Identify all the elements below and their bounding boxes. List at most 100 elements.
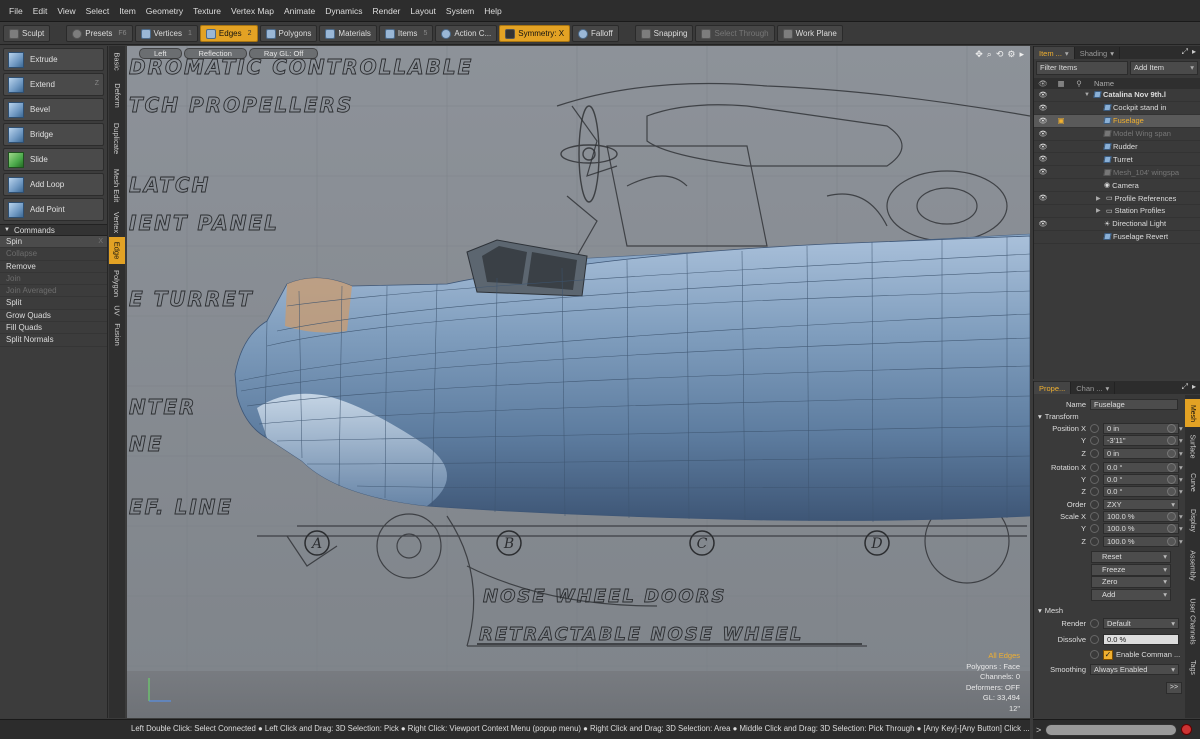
tab-duplicate[interactable]: Duplicate (109, 114, 125, 162)
link-dropdown-icon[interactable]: ▾ (1179, 475, 1183, 484)
enable-command-checkbox[interactable]: ✓ (1103, 649, 1113, 660)
link-dropdown-icon[interactable]: ▾ (1179, 487, 1183, 496)
visibility-eye-icon[interactable]: 👁 (1034, 91, 1052, 99)
visibility-eye-icon[interactable]: 👁 (1034, 104, 1052, 112)
commands-header[interactable]: ▼ Commands (0, 224, 107, 236)
visibility-eye-icon[interactable]: 👁 (1034, 168, 1052, 176)
value-slider-knob[interactable] (1167, 536, 1176, 546)
menu-render[interactable]: Render (368, 6, 406, 16)
action-center-button[interactable]: Action C... (435, 25, 498, 42)
remove-command[interactable]: Remove (0, 261, 107, 273)
prop-tab-curve[interactable]: Curve (1185, 465, 1200, 499)
transform-section[interactable]: ▾ Transform (1034, 410, 1184, 422)
prop-tab-surface[interactable]: Surface (1185, 428, 1200, 464)
rotate-view-icon[interactable]: ⟲ (996, 49, 1004, 60)
visibility-eye-icon[interactable]: 👁 (1034, 143, 1052, 151)
dissolve-field[interactable]: 0.0 % (1103, 633, 1179, 645)
prop-tab-mesh[interactable]: Mesh (1185, 399, 1200, 427)
reset-transform-button[interactable]: Reset (1091, 551, 1171, 564)
menu-texture[interactable]: Texture (188, 6, 226, 16)
value-slider-knob[interactable] (1167, 462, 1176, 472)
select-through-button[interactable]: Select Through (695, 25, 775, 42)
more-options-button[interactable]: >> (1166, 681, 1182, 694)
add-point-tool-button[interactable]: Add Point (3, 198, 104, 221)
tab-shading[interactable]: Shading ▾ (1075, 47, 1120, 59)
keyframe-dot[interactable] (1090, 462, 1099, 472)
tab-item-list[interactable]: Item ... ▾ (1034, 47, 1075, 59)
menu-help[interactable]: Help (479, 6, 506, 16)
sculpt-button[interactable]: Sculpt (3, 25, 51, 42)
falloff-button[interactable]: Falloff (572, 25, 619, 42)
keyframe-dot[interactable] (1090, 512, 1099, 522)
tab-basic[interactable]: Basic (109, 46, 125, 76)
filter-items-field[interactable]: Filter Items (1036, 61, 1128, 75)
render-keyframe-dot[interactable] (1090, 619, 1099, 629)
tab-polygon[interactable]: Polygon (109, 265, 125, 301)
expand-panel-icon[interactable]: ⤢ (1182, 382, 1188, 392)
keyframe-dot[interactable] (1090, 475, 1099, 485)
smoothing-select[interactable]: Always Enabled (1090, 664, 1179, 676)
tab-edge[interactable]: Edge (109, 237, 125, 264)
value-slider-knob[interactable] (1167, 512, 1176, 522)
menu-edit[interactable]: Edit (28, 6, 53, 16)
name-field[interactable]: Fuselage (1090, 398, 1178, 410)
item-row-profile-references[interactable]: 👁 ▶ ▭ Profile References (1034, 192, 1200, 206)
link-dropdown-icon[interactable]: ▾ (1179, 449, 1183, 458)
fill-quads-command[interactable]: Fill Quads (0, 322, 107, 335)
keyframe-dot[interactable] (1090, 448, 1099, 458)
expand-triangle-icon[interactable]: ▼ (1084, 92, 1092, 98)
tab-channels[interactable]: Chan ... ▾ (1071, 382, 1116, 394)
tab-mesh-edit[interactable]: Mesh Edit (109, 163, 125, 207)
command-input[interactable] (1045, 723, 1178, 736)
menu-animate[interactable]: Animate (279, 6, 320, 16)
item-row-fuselage[interactable]: 👁 ▣ Fuselage (1034, 114, 1200, 128)
ray-gl-button[interactable]: Ray GL: Off (248, 48, 319, 59)
render-select[interactable]: Default (1103, 618, 1179, 630)
extrude-tool-button[interactable]: Extrude (3, 48, 104, 71)
dissolve-keyframe-dot[interactable] (1090, 634, 1099, 644)
zoom-view-icon[interactable]: ⌕ (987, 49, 992, 60)
symmetry-button[interactable]: Symmetry: X (499, 25, 571, 42)
menu-layout[interactable]: Layout (405, 6, 441, 16)
prop-tab-user-channels[interactable]: User Channels (1185, 590, 1200, 652)
split-command[interactable]: Split (0, 297, 107, 310)
polygons-mode-button[interactable]: Polygons (259, 25, 318, 42)
freeze-transform-button[interactable]: Freeze (1091, 563, 1171, 576)
stop-icon[interactable] (1181, 724, 1193, 735)
viewport-settings-icon[interactable]: ⚙ (1007, 49, 1015, 60)
edges-mode-button[interactable]: Edges 2 (199, 25, 258, 42)
bevel-tool-button[interactable]: Bevel (3, 98, 104, 121)
item-row-turret[interactable]: 👁 Turret (1034, 153, 1200, 167)
enable-command-keyframe-dot[interactable] (1090, 650, 1099, 659)
split-normals-command[interactable]: Split Normals (0, 334, 107, 347)
menu-item[interactable]: Item (114, 6, 141, 16)
presets-button[interactable]: Presets F6 (66, 25, 133, 42)
item-row-model-wing-span[interactable]: 👁 Model Wing span (1034, 128, 1200, 141)
prop-tab-display[interactable]: Display (1185, 500, 1200, 540)
menu-view[interactable]: View (52, 6, 80, 16)
snapping-button[interactable]: Snapping (634, 25, 694, 42)
prop-tab-assembly[interactable]: Assembly (1185, 541, 1200, 589)
item-row-catalina-nov-9th-l[interactable]: 👁 ▼ Catalina Nov 9th.l (1034, 89, 1200, 102)
mesh-section[interactable]: ▾ Mesh (1034, 605, 1184, 617)
item-row-mesh-104-wingspa[interactable]: 👁 Mesh_104' wingspa (1034, 166, 1200, 180)
viewport-menu-icon[interactable]: ▸ (1019, 49, 1024, 60)
keyframe-dot[interactable] (1090, 536, 1099, 546)
move-view-icon[interactable]: ✥ (975, 49, 983, 60)
items-mode-button[interactable]: Items 5 (378, 25, 434, 42)
extend-tool-button[interactable]: Extend Z (3, 73, 104, 96)
panel-menu-icon[interactable]: ▸ (1192, 47, 1196, 57)
order-keyframe-dot[interactable] (1090, 499, 1099, 509)
tab-vertex[interactable]: Vertex (109, 208, 125, 236)
item-row-rudder[interactable]: 👁 Rudder (1034, 141, 1200, 154)
3d-viewport[interactable]: A B C D DROMATIC CONTROLLABLE TCH PROPEL… (127, 46, 1030, 718)
reflection-button[interactable]: Reflection (183, 48, 247, 59)
link-dropdown-icon[interactable]: ▾ (1179, 463, 1183, 472)
visibility-eye-icon[interactable]: 👁 (1034, 220, 1052, 228)
add-transform-button[interactable]: Add (1091, 588, 1171, 601)
item-row-cockpit-stand-in[interactable]: 👁 Cockpit stand in (1034, 102, 1200, 115)
view-type-button[interactable]: Left (139, 48, 182, 59)
render-toggle[interactable]: ▣ (1052, 116, 1070, 125)
menu-vertex-map[interactable]: Vertex Map (226, 6, 279, 16)
materials-mode-button[interactable]: Materials (319, 25, 377, 42)
